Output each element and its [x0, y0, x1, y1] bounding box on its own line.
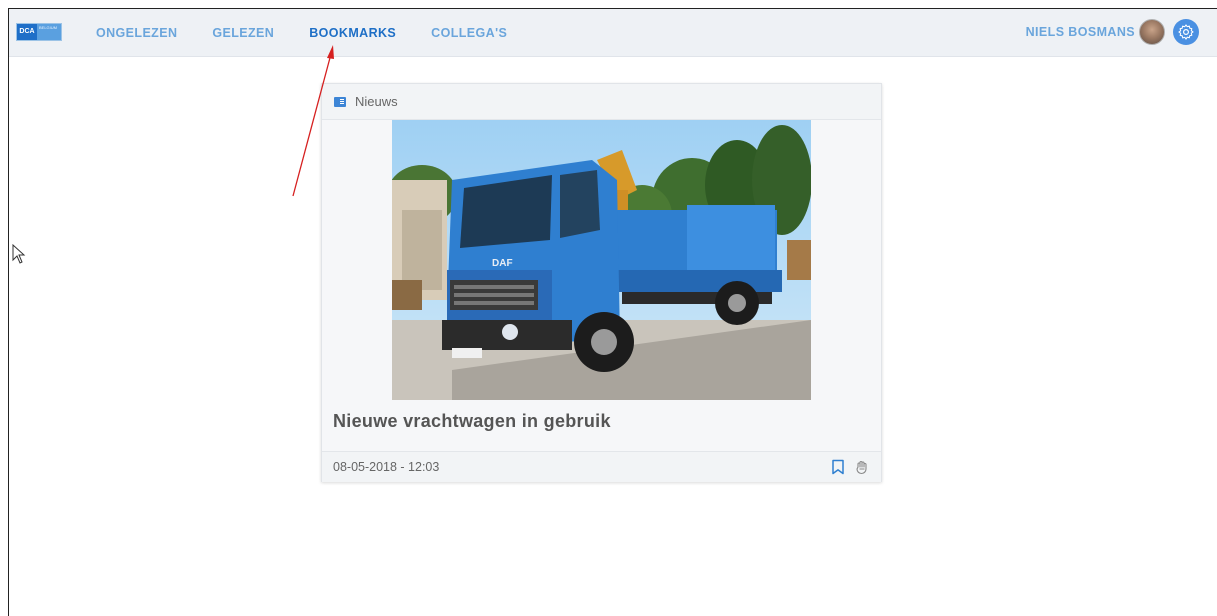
annotation-arrow — [292, 45, 334, 197]
mouse-pointer-icon — [12, 244, 26, 264]
